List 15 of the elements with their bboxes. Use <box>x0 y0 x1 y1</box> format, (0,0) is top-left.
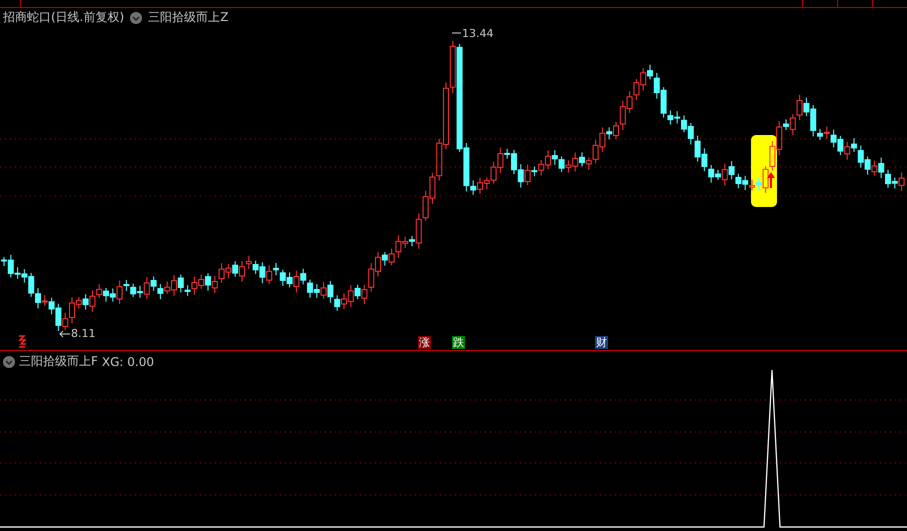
event-marker[interactable]: 财 <box>595 336 608 349</box>
indicator-reading: XG: 0.00 <box>102 354 154 368</box>
up-arrow-icon <box>767 172 775 188</box>
stock-title: 招商蛇口(日线.前复权) <box>3 9 124 26</box>
formula-name: 三阳拾级而上Z <box>148 9 228 26</box>
marker-icon <box>18 335 27 348</box>
high-price-label: 13.44 <box>462 27 494 40</box>
low-price-label: 8.11 <box>71 327 96 340</box>
leader-line <box>452 32 462 34</box>
leader-line <box>59 330 70 338</box>
event-marker[interactable]: 跌 <box>452 336 465 349</box>
dropdown-icon[interactable] <box>130 12 142 24</box>
event-marker[interactable]: 涨 <box>418 336 431 349</box>
dropdown-icon[interactable] <box>3 356 15 368</box>
formula-name: 三阳拾级而上F <box>19 353 98 370</box>
